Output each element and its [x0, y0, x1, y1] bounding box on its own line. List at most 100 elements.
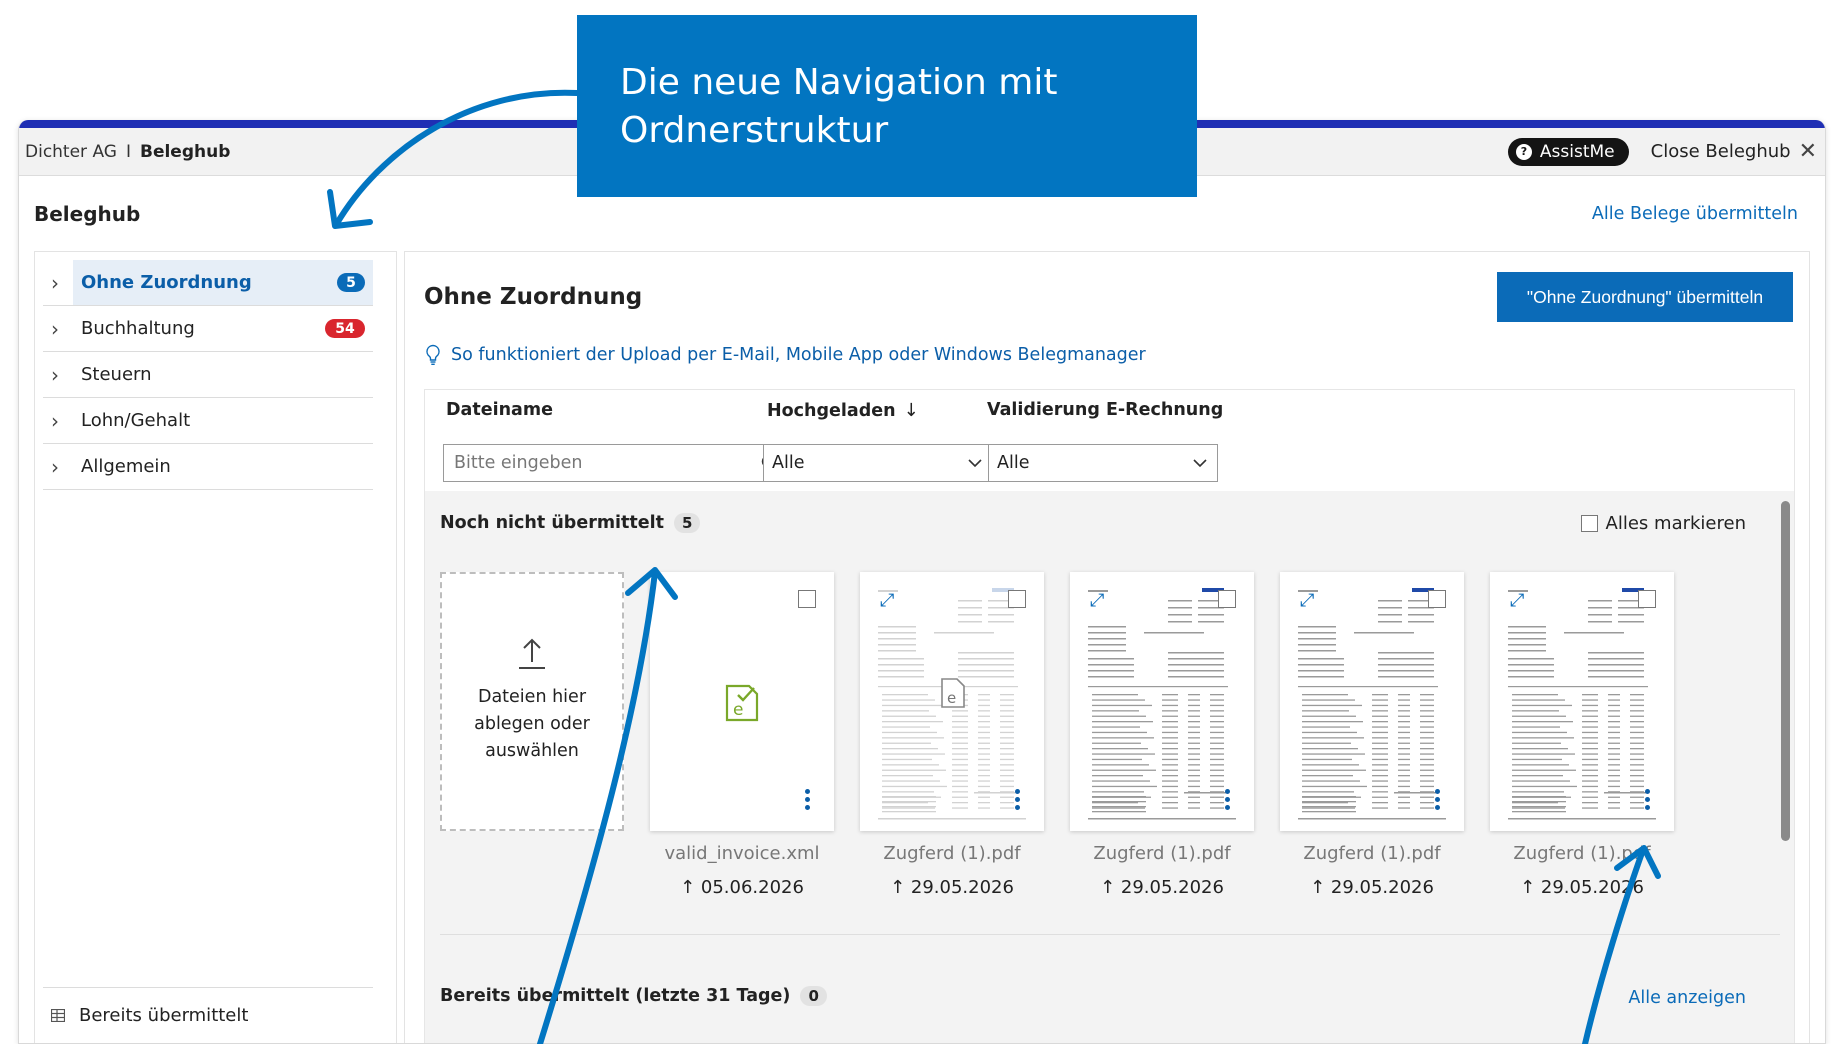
card-checkbox[interactable] [1638, 590, 1656, 608]
more-options-icon[interactable] [1224, 787, 1230, 811]
archive-grid-icon [51, 1009, 65, 1022]
validation-filter-select[interactable]: Alle [988, 444, 1218, 482]
upload-help-link[interactable]: So funktioniert der Upload per E-Mail, M… [425, 344, 1146, 366]
folder-content: Ohne Zuordnung "Ohne Zuordnung" übermitt… [404, 251, 1810, 1043]
uploaded-filter-select[interactable]: Alle [763, 444, 993, 482]
file-name[interactable]: Zugferd (1).pdf [1280, 843, 1464, 864]
section-divider [440, 934, 1780, 935]
callout-line: Die neue Navigation mit [620, 62, 1058, 103]
assistme-label: AssistMe [1539, 141, 1615, 162]
more-options-icon[interactable] [1644, 787, 1650, 811]
column-header-uploaded[interactable]: Hochgeladen ↓ [767, 400, 919, 421]
sidebar-item-label: Ohne Zuordnung [81, 272, 252, 293]
chevron-down-icon [1193, 458, 1207, 467]
more-options-icon[interactable] [1014, 787, 1020, 811]
upload-date-value: 29.05.2026 [910, 877, 1014, 898]
column-header-validation[interactable]: Validierung E-Rechnung [987, 400, 1223, 420]
upload-date: ↑ 29.05.2026 [1100, 877, 1224, 898]
upload-date: ↑ 29.05.2026 [1310, 877, 1434, 898]
sent-count: 0 [800, 986, 827, 1006]
folder-title: Ohne Zuordnung [424, 284, 643, 310]
sidebar-item-label: Buchhaltung [81, 318, 195, 339]
upload-dropzone[interactable]: Dateien hier ablegen oder auswählen [440, 572, 624, 831]
document-card[interactable]: e [650, 572, 834, 831]
card-checkbox[interactable] [1428, 590, 1446, 608]
send-all-documents-link[interactable]: Alle Belege übermitteln [1592, 204, 1798, 224]
expand-icon[interactable]: ⤢ [1300, 590, 1314, 611]
sidebar-item-allgemein[interactable]: › Allgemein [43, 444, 373, 490]
select-all-label: Alles markieren [1605, 513, 1746, 534]
document-list: Dateiname Hochgeladen ↓ Validierung E-Re… [424, 389, 1795, 1043]
dropzone-text: Dateien hier ablegen oder auswählen [474, 684, 590, 765]
close-icon: ✕ [1798, 139, 1817, 164]
sidebar-item-label: Allgemein [81, 456, 171, 477]
show-all-link[interactable]: Alle anzeigen [1628, 988, 1746, 1008]
expand-icon[interactable]: ⤢ [880, 590, 894, 611]
sidebar-item-bereits-uebermittelt[interactable]: Bereits übermittelt [43, 987, 373, 1043]
sidebar-item-steuern[interactable]: › Steuern [43, 352, 373, 398]
svg-text:e: e [733, 700, 743, 720]
file-name[interactable]: valid_invoice.xml [650, 843, 834, 864]
upload-date-value: 29.05.2026 [1120, 877, 1224, 898]
chevron-right-icon[interactable]: › [43, 363, 71, 387]
more-options-icon[interactable] [1434, 787, 1440, 811]
document-card[interactable]: ⤢ [1280, 572, 1464, 831]
upload-icon [519, 638, 545, 669]
chevron-right-icon[interactable]: › [43, 271, 71, 295]
callout-line: Ordnerstruktur [620, 110, 889, 151]
expand-icon[interactable]: ⤢ [1510, 590, 1524, 611]
file-name[interactable]: Zugferd (1).pdf [860, 843, 1044, 864]
breadcrumb-company[interactable]: Dichter AG [25, 142, 117, 162]
uploaded-filter-value: Alle [772, 453, 805, 473]
lightbulb-icon [426, 344, 440, 365]
upload-date-value: 29.05.2026 [1540, 877, 1644, 898]
card-checkbox[interactable] [798, 590, 816, 608]
upload-date: ↑ 29.05.2026 [1520, 877, 1644, 898]
sent-section-header: Bereits übermittelt (letzte 31 Tage) 0 [440, 986, 827, 1006]
card-checkbox[interactable] [1218, 590, 1236, 608]
pdf-thumbnail [1298, 588, 1446, 820]
column-header-uploaded-label: Hochgeladen [767, 400, 896, 421]
file-name[interactable]: Zugferd (1).pdf [1490, 843, 1674, 864]
upload-help-label: So funktioniert der Upload per E-Mail, M… [451, 345, 1146, 365]
checkbox[interactable] [1580, 515, 1598, 532]
card-checkbox[interactable] [1008, 590, 1026, 608]
sidebar-item-label: Lohn/Gehalt [81, 410, 191, 431]
validation-filter-value: Alle [997, 453, 1030, 473]
close-beleghub-button[interactable]: Close Beleghub ✕ [1651, 139, 1817, 164]
sidebar-item-buchhaltung[interactable]: › Buchhaltung 54 [43, 306, 373, 352]
sidebar-item-lohn-gehalt[interactable]: › Lohn/Gehalt [43, 398, 373, 444]
submit-folder-button[interactable]: "Ohne Zuordnung" übermitteln [1497, 272, 1793, 322]
count-badge: 54 [325, 319, 365, 338]
breadcrumb-app: Beleghub [139, 141, 231, 162]
expand-icon[interactable]: ⤢ [1090, 590, 1104, 611]
chevron-right-icon[interactable]: › [43, 455, 71, 479]
sidebar-item-ohne-zuordnung[interactable]: › Ohne Zuordnung 5 [43, 260, 373, 306]
document-card[interactable]: ⤢ [1490, 572, 1674, 831]
pending-count: 5 [674, 513, 701, 533]
e-invoice-valid-icon: e [725, 684, 759, 722]
scrollbar[interactable] [1781, 501, 1790, 841]
document-card[interactable]: ⤢ e [860, 572, 1044, 831]
document-card[interactable]: ⤢ [1070, 572, 1254, 831]
search-field[interactable] [444, 446, 752, 480]
assistme-button[interactable]: ? AssistMe [1507, 137, 1629, 166]
chevron-right-icon[interactable]: › [43, 409, 71, 433]
more-options-icon[interactable] [804, 787, 810, 811]
help-icon: ? [1515, 143, 1532, 160]
upload-date: ↑ 05.06.2026 [680, 877, 804, 898]
sidebar-footer-label: Bereits übermittelt [79, 1005, 249, 1026]
upload-date-value: 05.06.2026 [700, 877, 804, 898]
e-invoice-file-icon: e [941, 678, 965, 708]
app-window: Dichter AG I Beleghub ? AssistMe Close B… [18, 120, 1826, 1044]
chevron-right-icon[interactable]: › [43, 317, 71, 341]
page-title: Beleghub [34, 202, 141, 226]
sort-desc-icon[interactable]: ↓ [904, 400, 919, 421]
column-header-filename[interactable]: Dateiname [446, 400, 553, 420]
filename-search-input[interactable] [443, 444, 787, 482]
select-all-checkbox[interactable]: Alles markieren [1580, 513, 1746, 534]
dropzone-line: auswählen [485, 741, 579, 761]
svg-text:e: e [947, 689, 956, 707]
count-badge: 5 [337, 273, 365, 292]
file-name[interactable]: Zugferd (1).pdf [1070, 843, 1254, 864]
